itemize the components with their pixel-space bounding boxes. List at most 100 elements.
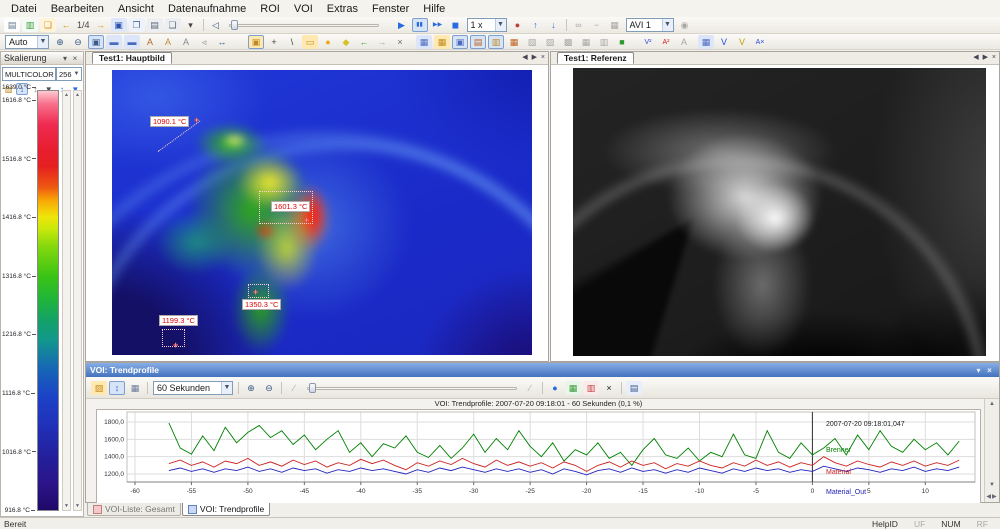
film-icon[interactable]: ▦ — [607, 18, 623, 32]
new-file-icon[interactable]: ▤ — [4, 18, 20, 32]
fast-forward-icon[interactable]: ▶▶ — [430, 18, 446, 32]
export-profile-icon[interactable]: ▥ — [583, 381, 599, 395]
prev-frame-icon[interactable]: ← — [58, 18, 74, 32]
roi-redo-icon[interactable]: → — [374, 35, 390, 49]
roi-rect[interactable] — [248, 284, 269, 298]
tab-close-icon[interactable]: × — [541, 54, 546, 61]
tab-next-icon[interactable]: ▶ — [983, 54, 989, 61]
overflow-icon[interactable]: ▾ — [183, 18, 199, 32]
roi-add-icon[interactable]: + — [266, 35, 282, 49]
roi-line-icon[interactable]: \ — [284, 35, 300, 49]
profile-zoom-in-icon[interactable]: ⊕ — [243, 381, 259, 395]
menu-datei[interactable]: Datei — [4, 2, 44, 16]
crosshair-icon[interactable]: + — [253, 288, 258, 296]
tab-referenz[interactable]: Test1: Referenz — [557, 52, 634, 64]
close-icon[interactable]: × — [984, 366, 995, 375]
menu-roi[interactable]: ROI — [253, 2, 287, 16]
voi-autoscale-icon[interactable]: ↕ — [109, 381, 125, 395]
value-v2-icon[interactable]: V² — [640, 35, 656, 49]
tab-hauptbild[interactable]: Test1: Hauptbild — [92, 52, 172, 64]
grid-icon[interactable]: ▦ — [698, 35, 714, 49]
voi-copy-icon[interactable]: ▥ — [488, 35, 504, 49]
tab-prev-icon[interactable]: ◀ — [522, 54, 528, 61]
window-1-icon[interactable]: ▬ — [106, 35, 122, 49]
roi-polygon-icon[interactable]: ◆ — [338, 35, 354, 49]
voi-g5-icon[interactable]: ▥ — [596, 35, 612, 49]
voi-link-icon[interactable]: ▤ — [470, 35, 486, 49]
history-slider[interactable] — [307, 383, 517, 393]
interval-combo[interactable]: 60 Sekunden▼ — [153, 381, 233, 395]
camera-icon[interactable]: ◉ — [677, 18, 693, 32]
slider-thumb[interactable] — [309, 383, 316, 393]
save-icon[interactable]: ▣ — [111, 18, 127, 32]
voi-g4-icon[interactable]: ▦ — [578, 35, 594, 49]
crosshair-icon[interactable]: + — [194, 116, 199, 124]
temperature-colorbar[interactable] — [37, 90, 59, 511]
profile-zoom-out-icon[interactable]: ⊖ — [261, 381, 277, 395]
crosshair-icon[interactable]: + — [173, 341, 178, 349]
zoom-fit-icon[interactable]: ▣ — [88, 35, 104, 49]
stop-icon[interactable]: ◼ — [448, 18, 464, 32]
voi-g1-icon[interactable]: ▧ — [524, 35, 540, 49]
zoom-in-icon[interactable]: ⊕ — [52, 35, 68, 49]
value-v-yellow-icon[interactable]: V — [734, 35, 750, 49]
pin-icon[interactable]: ▾ — [973, 366, 984, 375]
scroll-lr-icon[interactable]: ◀▶ — [985, 493, 999, 500]
voi-apply-icon[interactable]: ▦ — [506, 35, 522, 49]
roi-pointer-icon[interactable]: ▣ — [248, 35, 264, 49]
flip-icon[interactable]: A — [178, 35, 194, 49]
print-icon[interactable]: ▤ — [147, 18, 163, 32]
tab-voi-liste[interactable]: VOI-Liste: Gesamt — [87, 503, 181, 516]
table-view-icon[interactable]: ▦ — [565, 381, 581, 395]
crosshair-icon[interactable]: + — [304, 216, 309, 224]
tab-next-icon[interactable]: ▶ — [532, 54, 538, 61]
temp-label-1[interactable]: 1090.1 °C — [150, 116, 189, 127]
value-a-icon[interactable]: A — [676, 35, 692, 49]
voi-lock-icon[interactable]: ▣ — [452, 35, 468, 49]
tab-close-icon[interactable]: × — [992, 54, 997, 61]
scale-max-spinner[interactable]: ▲▼ — [62, 90, 71, 511]
value-v-blue-icon[interactable]: V — [716, 35, 732, 49]
play-icon[interactable]: ▶ — [394, 18, 410, 32]
detach-icon[interactable]: − — [589, 18, 605, 32]
value-a2-icon[interactable]: A² — [658, 35, 674, 49]
step-up-icon[interactable]: ↑ — [528, 18, 544, 32]
temp-label-3[interactable]: 1350.3 °C — [242, 299, 281, 310]
menu-datenaufnahme[interactable]: Datenaufnahme — [161, 2, 253, 16]
zoom-out-icon[interactable]: ⊖ — [70, 35, 86, 49]
copy-image-icon[interactable]: ❐ — [129, 18, 145, 32]
menu-extras[interactable]: Extras — [320, 2, 365, 16]
menu-hilfe[interactable]: Hilfe — [416, 2, 452, 16]
step-down-icon[interactable]: ↓ — [546, 18, 562, 32]
scale-min-spinner[interactable]: ▲▼ — [73, 90, 82, 511]
palette-combo[interactable]: MULTICOLOR ▼ — [2, 67, 56, 81]
voi-new-icon[interactable]: ▦ — [416, 35, 432, 49]
menu-fenster[interactable]: Fenster — [365, 2, 416, 16]
voi-g2-icon[interactable]: ▨ — [542, 35, 558, 49]
value-ax-icon[interactable]: A× — [752, 35, 768, 49]
open-report-icon[interactable]: ▥ — [22, 18, 38, 32]
temp-label-2[interactable]: 1601.3 °C — [271, 201, 310, 212]
avi-combo[interactable]: AVI 1▼ — [626, 18, 674, 32]
reference-image[interactable] — [573, 68, 986, 356]
levels-combo[interactable]: 256 ▼ — [56, 67, 82, 81]
rotate-left-icon[interactable]: A — [142, 35, 158, 49]
menu-voi[interactable]: VOI — [287, 2, 320, 16]
menu-ansicht[interactable]: Ansicht — [111, 2, 161, 16]
tab-prev-icon[interactable]: ◀ — [973, 54, 979, 61]
speaker-icon[interactable]: ◁ — [208, 18, 224, 32]
temp-label-4[interactable]: 1199.3 °C — [159, 315, 198, 326]
pin-icon[interactable]: ▾ — [60, 54, 70, 63]
roi-undo-icon[interactable]: ← — [356, 35, 372, 49]
voi-ok-icon[interactable]: ■ — [614, 35, 630, 49]
next-frame-icon[interactable]: → — [93, 18, 109, 32]
scroll-down-icon[interactable]: ▼ — [985, 482, 999, 488]
thermal-image[interactable]: 1090.1 °C + 1601.3 °C + + 1350.3 °C 1199… — [112, 70, 532, 355]
record-icon[interactable]: ● — [510, 18, 526, 32]
voi-palette-icon[interactable]: ▨ — [91, 381, 107, 395]
slider-thumb[interactable] — [231, 20, 238, 30]
speed-combo[interactable]: 1 x▼ — [467, 18, 507, 32]
voi-g3-icon[interactable]: ▩ — [560, 35, 576, 49]
legend-icon[interactable]: ● — [547, 381, 563, 395]
auto-combo[interactable]: Auto▼ — [5, 35, 49, 49]
